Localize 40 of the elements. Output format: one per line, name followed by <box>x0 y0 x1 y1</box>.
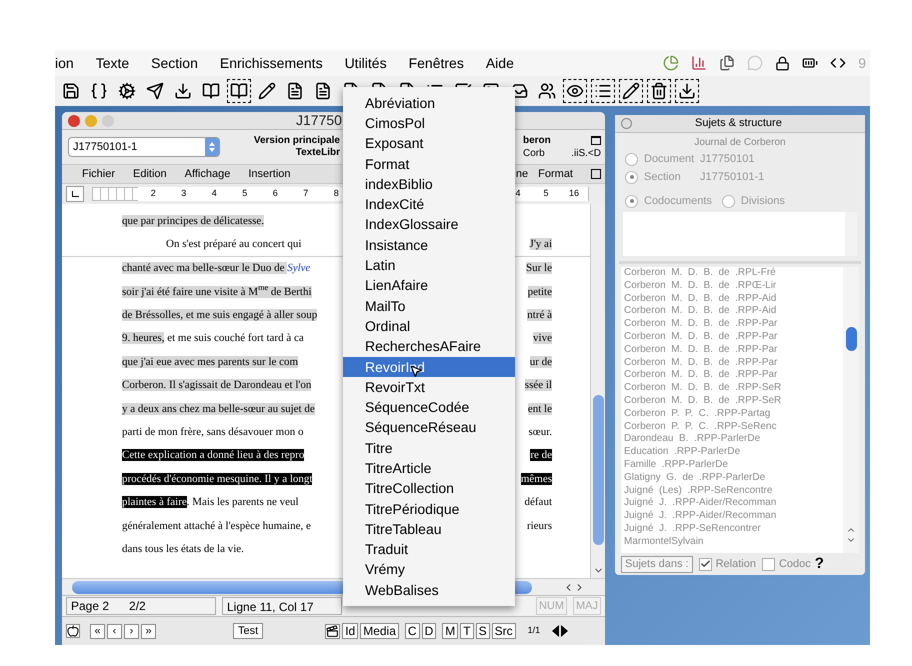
header-label: .iiS.<D <box>571 147 601 160</box>
text-line: rieurs <box>526 518 552 534</box>
radio-label: Section <box>644 170 682 185</box>
version-label: TexteLibr <box>296 147 340 159</box>
page-indicator: 1/1 <box>528 624 540 638</box>
panel-subtitle: Journal de Corberon <box>694 136 786 150</box>
text-line: sœur. <box>528 424 552 440</box>
num-indicator: NUM <box>536 596 567 616</box>
radio-value: J17750101-1 <box>700 170 764 185</box>
radio-label: Divisions <box>740 194 785 209</box>
ruler-number: 16 <box>560 187 588 201</box>
radio-label: Codocuments <box>644 194 712 209</box>
checkbox-label: Relation <box>716 556 756 572</box>
text-line: On s'est préparé au concert qui <box>165 238 302 250</box>
header-label: Corb <box>523 147 545 160</box>
text-line: 9. heures, et me suis couché fort tard à ca <box>122 332 304 344</box>
text-line: généralement attaché à l'espèce humaine, e <box>122 520 311 532</box>
version-label: Version principale <box>254 135 340 147</box>
ruler-number: 5 <box>532 187 560 201</box>
journal-title: beron <box>523 134 551 147</box>
caps-indicator: MAJ <box>573 596 601 616</box>
ruler-number: 7 <box>290 187 321 201</box>
cursor-position: Ligne 11, Col 17 <box>222 597 342 615</box>
text-line: dans tous les états de la vie. <box>122 542 244 555</box>
ruler-number: 4 <box>199 187 230 201</box>
radio-label: Document <box>644 152 694 167</box>
page-count: 2/2 <box>129 598 146 615</box>
text-line: chanté avec ma belle-sœur le Duo de Sylve <box>122 262 310 274</box>
text-line: défaut <box>524 495 552 510</box>
text-line: parti de mon frère, sans désavouer mon o <box>122 426 304 438</box>
window-title: J17750 <box>296 112 342 130</box>
checkbox-label: Codoc <box>778 556 811 572</box>
text-line: plaintes à faire. Mais les parents ne veul <box>122 496 299 508</box>
ruler-number: 3 <box>168 187 199 201</box>
ruler-number: 6 <box>260 187 290 201</box>
page-label: Page 2 <box>71 598 110 615</box>
ruler-number: 5 <box>230 187 260 201</box>
panel-title: Sujets & structure <box>695 116 782 132</box>
ruler-number: 2 <box>138 187 168 201</box>
radio-value: J17750101 <box>700 152 754 167</box>
